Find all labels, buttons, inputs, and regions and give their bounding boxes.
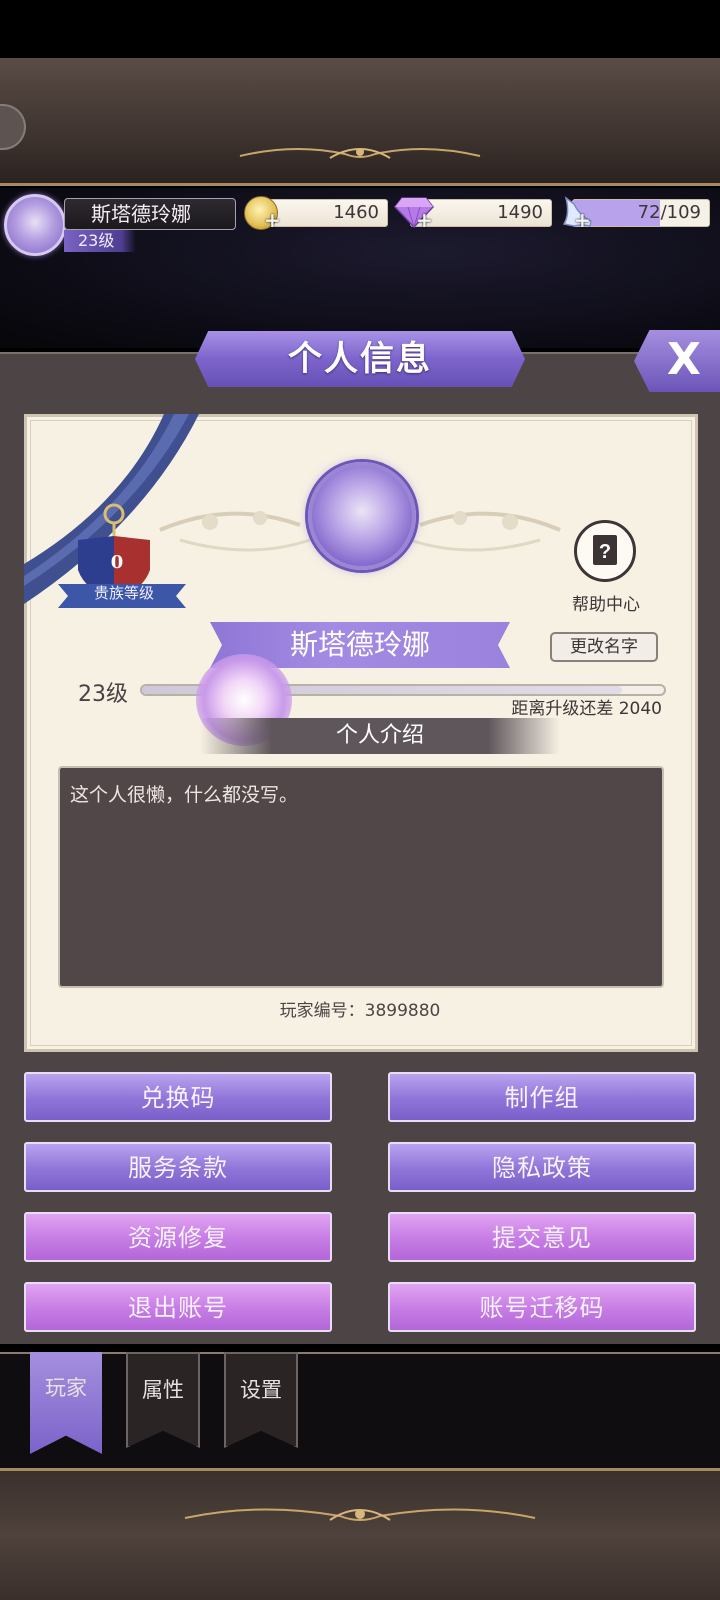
intro-header: 个人介绍 <box>200 718 560 754</box>
player-level: 23级 <box>64 230 136 252</box>
profile-level: 23级 <box>78 682 128 707</box>
player-avatar[interactable] <box>4 194 66 256</box>
player-name: 斯塔德玲娜 <box>64 198 236 230</box>
add-gold-icon[interactable]: + <box>264 208 281 232</box>
close-button[interactable]: X <box>634 330 720 392</box>
top-ornament <box>239 147 481 159</box>
repair-resources-button[interactable]: 资源修复 <box>24 1212 332 1262</box>
help-book-icon[interactable]: ? <box>574 520 636 582</box>
feedback-button[interactable]: 提交意见 <box>388 1212 696 1262</box>
xp-remaining: 距离升级还差 2040 <box>511 699 662 719</box>
privacy-button[interactable]: 隐私政策 <box>388 1142 696 1192</box>
help-center-label[interactable]: 帮助中心 <box>556 590 656 615</box>
add-gem-icon[interactable]: + <box>416 208 433 232</box>
credits-button[interactable]: 制作组 <box>388 1072 696 1122</box>
player-id: 玩家编号：3899880 <box>279 1001 441 1021</box>
status-bar <box>0 0 720 58</box>
bottom-ornament <box>184 1508 536 1521</box>
terms-button[interactable]: 服务条款 <box>24 1142 332 1192</box>
tab-bar <box>0 1352 720 1468</box>
logout-button[interactable]: 退出账号 <box>24 1282 332 1332</box>
intro-textarea[interactable]: 这个人很懒，什么都没写。 <box>58 766 664 988</box>
transfer-code-button[interactable]: 账号迁移码 <box>388 1282 696 1332</box>
rename-button[interactable]: 更改名字 <box>550 632 658 662</box>
redeem-code-button[interactable]: 兑换码 <box>24 1072 332 1122</box>
panel-title: 个人信息 <box>195 331 525 387</box>
noble-level: 0 <box>110 552 124 573</box>
svg-text:?: ? <box>599 541 611 563</box>
add-energy-icon[interactable]: + <box>574 208 591 232</box>
profile-avatar[interactable] <box>308 462 416 570</box>
